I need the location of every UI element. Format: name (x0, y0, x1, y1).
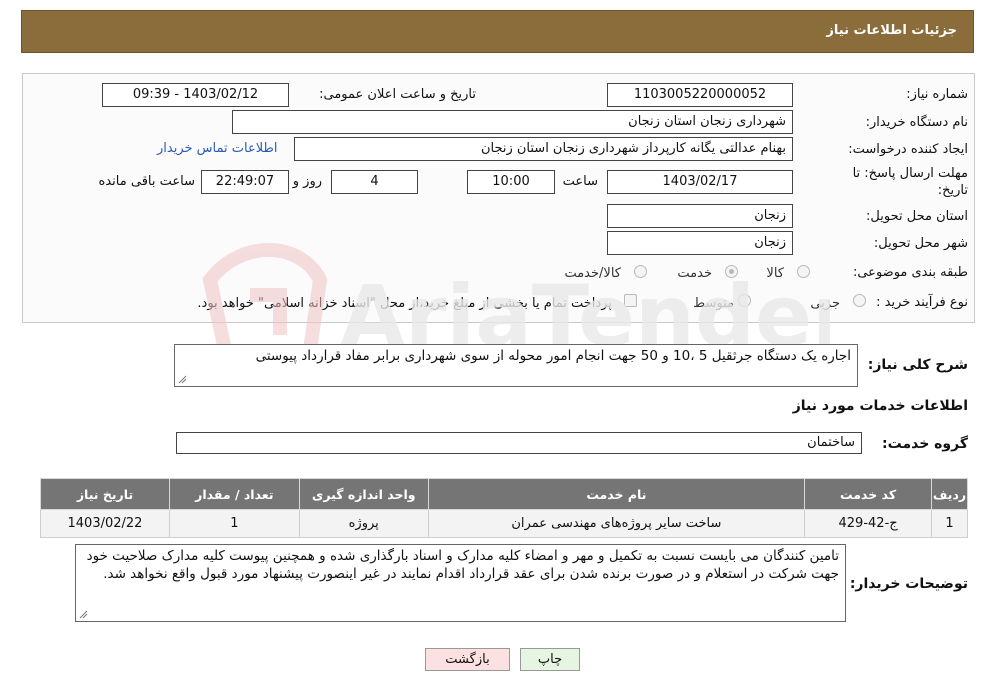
announce-datetime-label: تاریخ و ساعت اعلان عمومی: (319, 87, 476, 102)
purchase-process-label: نوع فرآیند خرید : (876, 295, 968, 310)
cell-need-date: 1403/02/22 (40, 509, 170, 538)
col-service-code: کد خدمت (804, 478, 933, 510)
request-creator-field: بهنام عدالتی یگانه کارپرداز شهرداری زنجا… (294, 137, 793, 161)
col-service-name: نام خدمت (427, 478, 806, 510)
back-button[interactable]: بازگشت (425, 648, 510, 671)
treasury-payment-checkbox[interactable] (624, 294, 637, 307)
category-label: طبقه بندی موضوعی: (852, 265, 968, 280)
service-group-field: ساختمان (176, 432, 862, 454)
remaining-time-field: 22:49:07 (201, 170, 289, 194)
summary-textarea[interactable]: اجاره یک دستگاه جرثقیل 5 ،10 و 50 جهت ان… (174, 344, 858, 387)
delivery-city-label: شهر محل تحویل: (873, 236, 968, 251)
deadline-time-label: ساعت (562, 174, 598, 189)
delivery-province-label: استان محل تحویل: (866, 209, 968, 224)
cell-service-name: ساخت سایر پروژه‌های مهندسی عمران (427, 509, 806, 538)
cell-row-number: 1 (931, 509, 968, 538)
buyer-notes-text: تامین کنندگان می بایست نسبت به تکمیل و م… (86, 548, 839, 582)
category-option-service: خدمت (677, 266, 712, 281)
services-table: ردیف کد خدمت نام خدمت واحد اندازه گیری ت… (40, 478, 968, 538)
process-radio-medium[interactable] (738, 294, 751, 307)
deadline-label-line2: تاریخ: (937, 183, 968, 198)
category-radio-goods-service[interactable] (634, 265, 647, 278)
col-row-number: ردیف (931, 478, 968, 510)
table-header-row: ردیف کد خدمت نام خدمت واحد اندازه گیری ت… (40, 478, 968, 510)
delivery-city-field: زنجان (607, 231, 793, 255)
days-label: روز و (292, 174, 322, 189)
page-header: جزئیات اطلاعات نیاز (21, 10, 974, 53)
deadline-date-field: 1403/02/17 (607, 170, 793, 194)
remaining-time-label: ساعت باقی مانده (98, 174, 195, 189)
resize-handle-icon[interactable] (79, 610, 88, 619)
buyer-notes-label: توضیحات خریدار: (849, 576, 968, 592)
buyer-notes-textarea[interactable]: تامین کنندگان می بایست نسبت به تکمیل و م… (75, 544, 846, 622)
process-option-medium: متوسط (693, 296, 734, 311)
cell-quantity: 1 (168, 509, 300, 538)
announce-datetime-field: 1403/02/12 - 09:39 (102, 83, 289, 107)
service-group-label: گروه خدمت: (882, 436, 968, 452)
page-title: جزئیات اطلاعات نیاز (826, 23, 957, 38)
print-button[interactable]: چاپ (520, 648, 580, 671)
col-unit: واحد اندازه گیری (298, 478, 429, 510)
category-radio-service[interactable] (725, 265, 738, 278)
summary-text: اجاره یک دستگاه جرثقیل 5 ،10 و 50 جهت ان… (255, 348, 851, 364)
process-radio-minor[interactable] (853, 294, 866, 307)
process-option-minor: جزیی (810, 296, 840, 311)
resize-handle-icon[interactable] (178, 375, 187, 384)
days-remaining-field: 4 (331, 170, 418, 194)
buyer-org-label: نام دستگاه خریدار: (865, 115, 968, 130)
services-section-title: اطلاعات خدمات مورد نیاز (792, 398, 968, 414)
treasury-payment-note: پرداخت تمام یا بخشی از مبلغ خرید،از محل … (197, 296, 612, 311)
need-number-field: 1103005220000052 (607, 83, 793, 107)
delivery-province-field: زنجان (607, 204, 793, 228)
request-creator-label: ایجاد کننده درخواست: (848, 142, 968, 157)
cell-unit: پروژه (298, 509, 429, 538)
buyer-contact-link[interactable]: اطلاعات تماس خریدار (157, 141, 277, 156)
category-option-goods: کالا (766, 266, 784, 281)
summary-label: شرح کلی نیاز: (867, 357, 968, 373)
deadline-time-field: 10:00 (467, 170, 555, 194)
col-need-date: تاریخ نیاز (40, 478, 170, 510)
table-row: 1 ج-42-429 ساخت سایر پروژه‌های مهندسی عم… (40, 509, 968, 538)
category-option-goods-service: کالا/خدمت (564, 266, 621, 281)
deadline-label-line1: مهلت ارسال پاسخ: تا (852, 166, 968, 181)
need-number-label: شماره نیاز: (906, 87, 968, 102)
col-quantity: تعداد / مقدار (168, 478, 300, 510)
buyer-org-field: شهرداری زنجان استان زنجان (232, 110, 793, 134)
cell-service-code: ج-42-429 (804, 509, 933, 538)
category-radio-goods[interactable] (797, 265, 810, 278)
